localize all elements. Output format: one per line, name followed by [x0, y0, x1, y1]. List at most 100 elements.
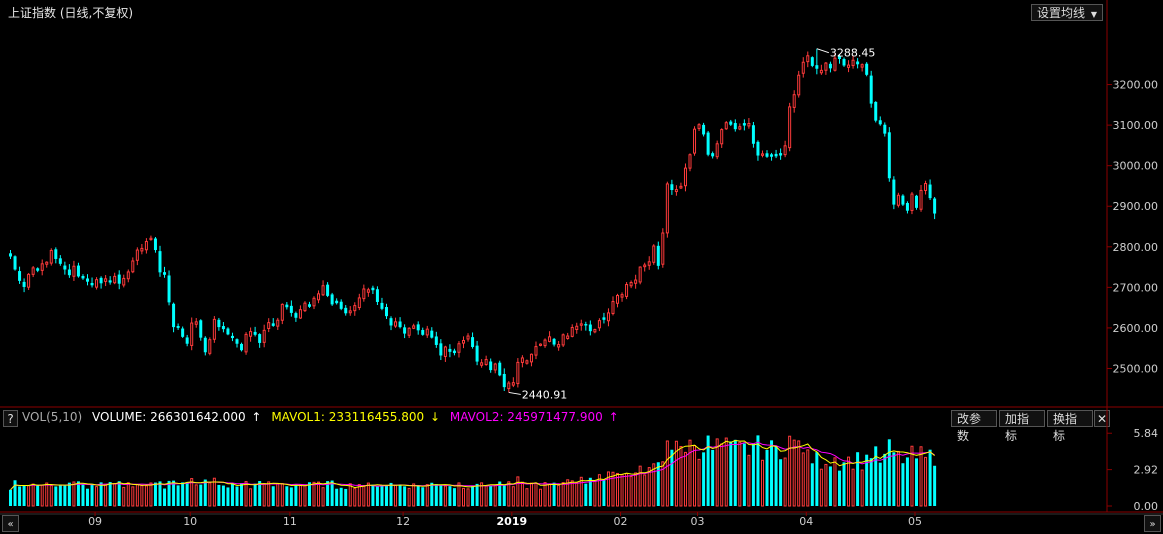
volume-bar	[335, 488, 339, 506]
candle-body	[434, 336, 438, 345]
candle-body	[602, 317, 606, 320]
candle-body	[380, 302, 384, 309]
volume-bar	[262, 483, 266, 507]
volume-bar	[357, 484, 361, 507]
volume-bar	[181, 482, 185, 506]
candle-body	[756, 141, 760, 156]
volume-bar	[339, 487, 343, 506]
volume-bar	[797, 440, 801, 507]
volume-bar	[362, 485, 366, 507]
candle-body	[869, 75, 873, 104]
candle-body	[339, 301, 343, 309]
volume-bar	[353, 488, 357, 507]
volume-bar	[18, 486, 22, 506]
candle-body	[172, 303, 176, 328]
volume-bar	[652, 463, 656, 507]
volume-bar	[448, 486, 452, 506]
volume-bar	[616, 472, 620, 507]
volume-bar	[95, 486, 99, 507]
candle-body	[176, 325, 180, 328]
volume-bar	[81, 484, 85, 506]
candle-body	[715, 143, 719, 158]
candle-body	[221, 326, 225, 330]
candle-body	[543, 339, 547, 347]
candle-body	[702, 124, 706, 135]
price-tick-label: 2800.00	[1113, 241, 1159, 254]
candle-body	[443, 346, 447, 357]
volume-tick-label: 0.00	[1134, 500, 1159, 513]
extreme-label: 3288.45	[830, 47, 876, 60]
candle-body	[874, 101, 878, 121]
volume-bar	[36, 484, 40, 506]
volume-bar	[416, 485, 420, 506]
candle-body	[770, 154, 774, 157]
volume-bar	[534, 482, 538, 507]
candle-body	[901, 195, 905, 205]
candle-body	[357, 297, 361, 309]
volume-bar	[253, 483, 257, 506]
candle-body	[412, 325, 416, 329]
volume-bar	[647, 467, 651, 507]
time-tick-label: 09	[88, 515, 102, 528]
double-chevron-right-icon: »	[1149, 519, 1156, 530]
volume-bar	[905, 457, 909, 506]
volume-bar	[289, 487, 293, 506]
volume-bar	[439, 485, 443, 506]
candle-body	[208, 339, 212, 354]
candle-body	[620, 294, 624, 298]
candle-body	[36, 268, 40, 271]
candle-body	[199, 320, 203, 338]
volume-bar	[760, 459, 764, 507]
scroll-right-button[interactable]: »	[1144, 515, 1161, 532]
volume-bar	[185, 482, 189, 506]
candle-body	[439, 343, 443, 356]
candle-body	[58, 258, 62, 264]
volume-bar	[543, 482, 547, 507]
time-tick-label: 10	[183, 515, 197, 528]
candle-body	[742, 123, 746, 126]
volume-bar	[122, 486, 126, 507]
volume-bar	[801, 452, 805, 507]
volume-bar	[117, 481, 121, 506]
scroll-left-button[interactable]: «	[2, 515, 19, 532]
candle-body	[724, 122, 728, 130]
candle-body	[516, 361, 520, 385]
volume-bar	[280, 483, 284, 507]
volume-bar	[629, 475, 633, 507]
candle-body	[815, 65, 819, 69]
volume-bar	[471, 485, 475, 506]
candle-body	[140, 247, 144, 252]
volume-bar	[892, 452, 896, 506]
volume-bar	[344, 488, 348, 506]
volume-bar	[199, 484, 203, 506]
volume-bar	[63, 485, 67, 506]
volume-bar	[389, 482, 393, 506]
candle-body	[611, 301, 615, 314]
volume-bar	[828, 466, 832, 506]
candle-body	[751, 125, 755, 144]
candle-body	[167, 275, 171, 303]
candle-body	[529, 353, 533, 363]
volume-bar	[620, 473, 624, 507]
candle-body	[108, 280, 112, 283]
volume-bar	[221, 485, 225, 506]
candle-body	[126, 271, 130, 280]
candle-body	[326, 284, 330, 296]
time-tick-label: 04	[799, 515, 813, 528]
candle-body	[788, 106, 792, 149]
candle-body	[362, 288, 366, 300]
volume-bar	[217, 484, 221, 506]
candle-body	[303, 302, 307, 312]
volume-bar	[693, 444, 697, 507]
volume-bar	[412, 483, 416, 507]
candle-body	[856, 61, 860, 65]
volume-bar	[548, 483, 552, 507]
candle-body	[407, 327, 411, 336]
candle-body	[45, 261, 49, 265]
candle-body	[258, 334, 262, 343]
volume-bar	[375, 486, 379, 506]
volume-bar	[715, 438, 719, 507]
candle-body	[271, 323, 275, 326]
candle-body	[212, 318, 216, 340]
volume-bar	[466, 488, 470, 507]
